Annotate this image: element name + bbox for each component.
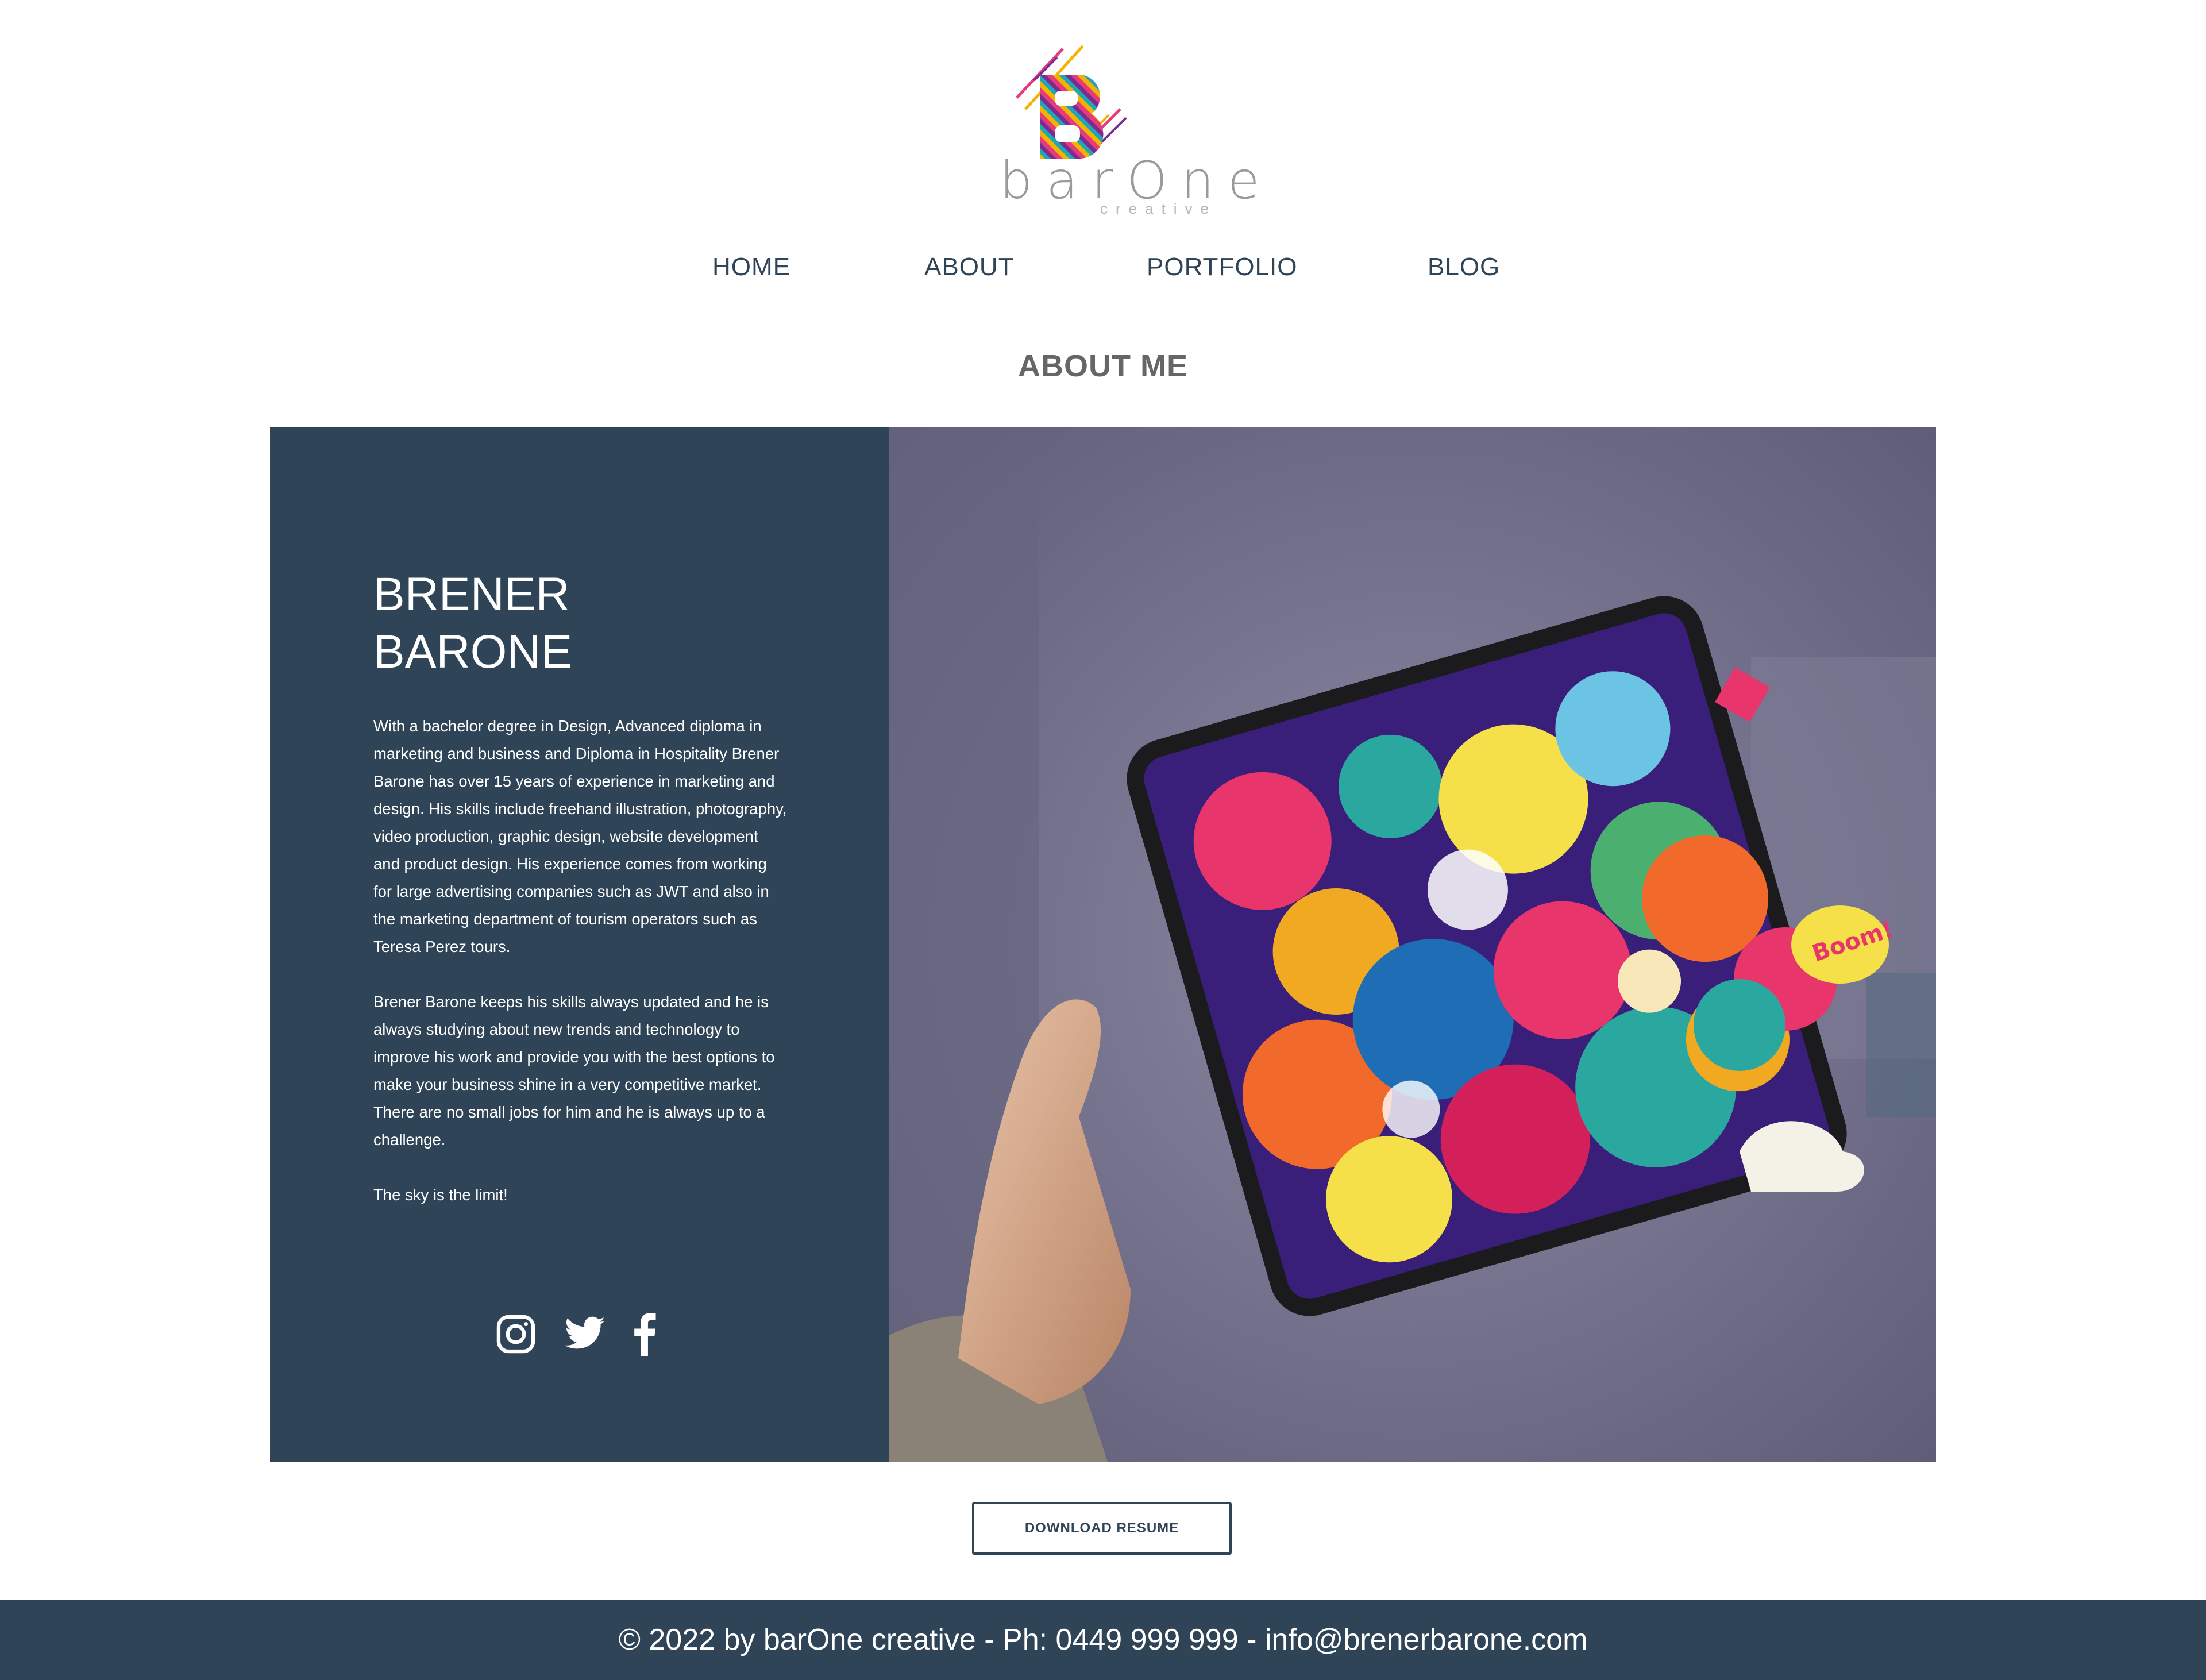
bio-text: With a bachelor degree in Design, Advanc… [373,712,787,1236]
nav-about[interactable]: ABOUT [924,253,1015,282]
hand-tablet-illustration: Boom! [889,427,1936,1462]
page-title: ABOUT ME [1018,349,1188,383]
name-line-1: BRENER [373,568,570,621]
bio-paragraph: The sky is the limit! [373,1186,508,1204]
logo-subtitle: creative [1100,200,1217,217]
nav-blog[interactable]: BLOG [1428,253,1500,282]
facebook-icon[interactable] [626,1312,672,1358]
main-nav: HOME ABOUT PORTFOLIO BLOG [0,253,2206,293]
nav-home[interactable]: HOME [712,253,790,282]
social-links [494,1312,666,1364]
name-line-2: BARONE [373,626,573,678]
download-resume-button[interactable]: DOWNLOAD RESUME [972,1502,1232,1555]
bio-paragraph: Brener Barone keeps his skills always up… [373,993,775,1149]
footer-text: © 2022 by barOne creative - Ph: 0449 999… [618,1623,1588,1656]
tablet-illustration-image: Boom! [889,427,1936,1462]
twitter-icon[interactable] [562,1312,608,1358]
footer: © 2022 by barOne creative - Ph: 0449 999… [0,1600,2206,1680]
nav-portfolio[interactable]: PORTFOLIO [1147,253,1297,282]
person-name: BRENER BARONE [373,566,776,681]
bio-paragraph: With a bachelor degree in Design, Advanc… [373,717,787,955]
instagram-icon[interactable] [494,1312,540,1358]
